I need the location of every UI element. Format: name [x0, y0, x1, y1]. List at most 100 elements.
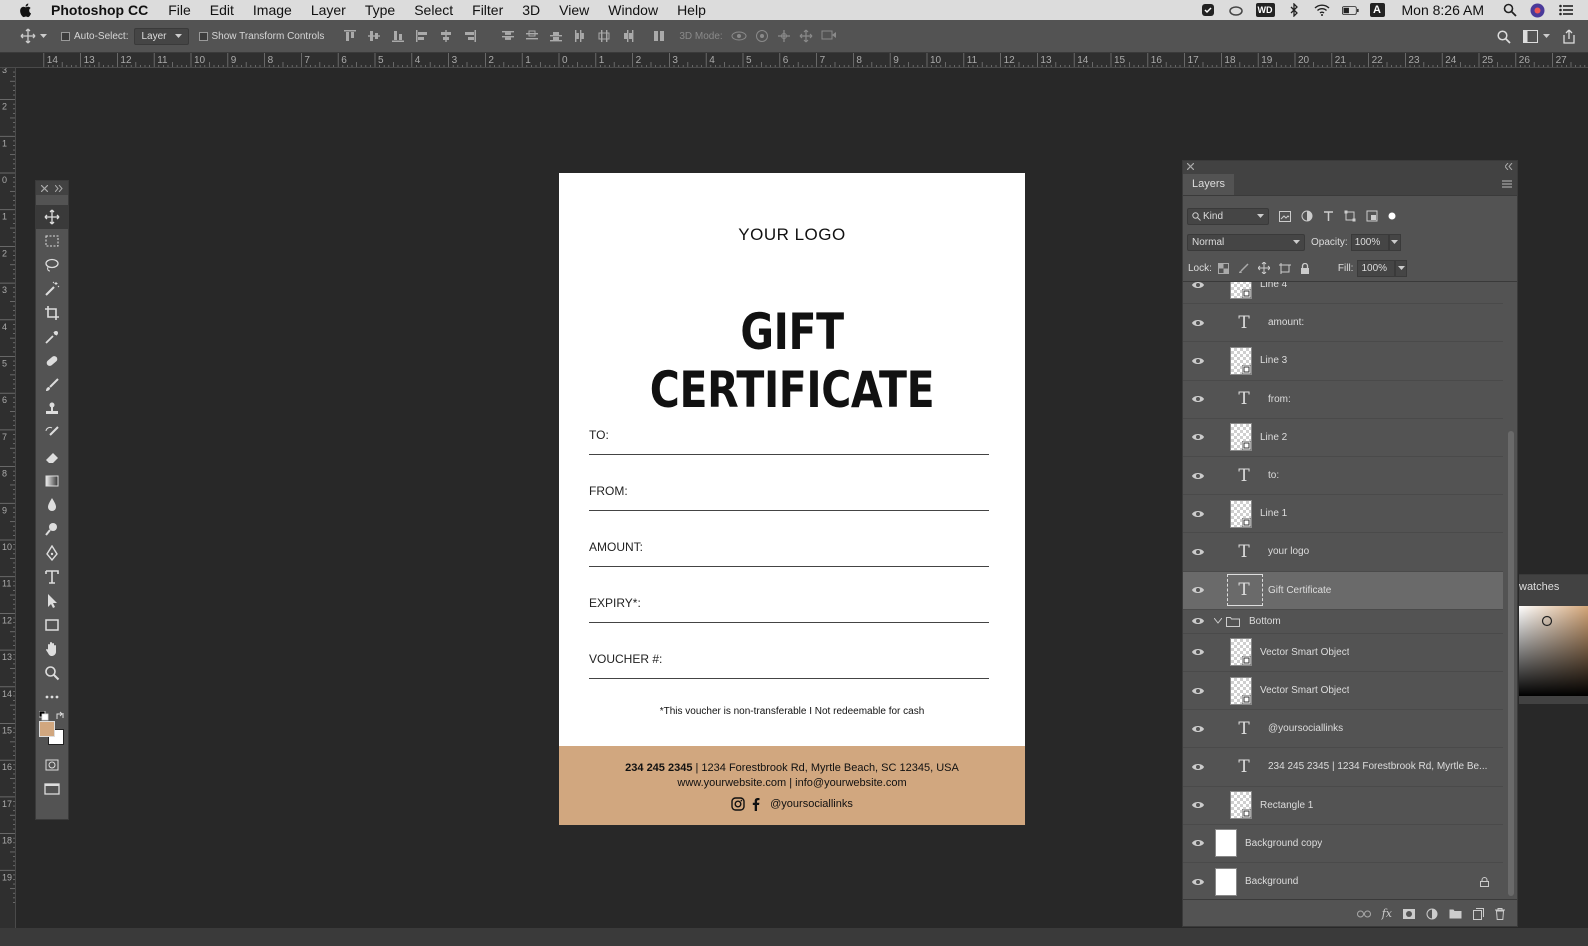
layer-row[interactable]: T234 245 2345 | 1234 Forestbrook Rd, Myr… — [1183, 748, 1503, 786]
lock-transparency-icon[interactable] — [1218, 263, 1229, 274]
lock-all-icon[interactable] — [1300, 263, 1310, 274]
visibility-eye-icon[interactable] — [1191, 432, 1205, 442]
visibility-eye-icon[interactable] — [1191, 585, 1205, 595]
align-bottom-icon[interactable] — [391, 29, 405, 43]
visibility-eye-icon[interactable] — [1191, 877, 1205, 887]
add-mask-icon[interactable] — [1403, 909, 1415, 919]
distribute-right-icon[interactable] — [621, 29, 635, 43]
color-picker-field[interactable] — [1519, 606, 1588, 696]
auto-select-checkbox[interactable]: Auto-Select: — [61, 31, 128, 42]
close-icon[interactable] — [1187, 163, 1194, 170]
eyedropper-tool[interactable] — [36, 325, 68, 349]
orbit-3d-icon[interactable] — [731, 29, 747, 43]
brush-tool[interactable] — [36, 373, 68, 397]
color-picker-handle[interactable] — [1541, 615, 1553, 627]
menu-layer[interactable]: Layer — [311, 2, 346, 18]
link-layers-icon[interactable] — [1357, 910, 1371, 918]
marquee-tool[interactable] — [36, 229, 68, 253]
layer-row[interactable]: Vector Smart Object — [1183, 672, 1503, 710]
dodge-tool[interactable] — [36, 517, 68, 541]
distribute-bottom-icon[interactable] — [549, 29, 563, 43]
panel-menu-icon[interactable] — [1502, 180, 1512, 188]
layer-style-button[interactable]: fx — [1382, 907, 1392, 920]
expand-icon[interactable] — [55, 185, 63, 192]
pen-tool[interactable] — [36, 541, 68, 565]
path-selection-tool[interactable] — [36, 589, 68, 613]
menu-help[interactable]: Help — [677, 2, 706, 18]
share-icon[interactable] — [1562, 29, 1576, 44]
layer-row[interactable]: Line 4 — [1183, 281, 1503, 304]
menu-view[interactable]: View — [559, 2, 589, 18]
layer-row[interactable]: Bottom — [1183, 610, 1503, 634]
search-icon[interactable] — [1497, 30, 1511, 44]
layer-list[interactable]: Line 4Tamount:Line 3Tfrom:Line 2Tto:Line… — [1183, 281, 1517, 899]
menu-type[interactable]: Type — [365, 2, 395, 18]
cloud-icon[interactable] — [1228, 3, 1245, 17]
layer-row[interactable]: Tfrom: — [1183, 381, 1503, 419]
layer-row[interactable]: Background — [1183, 863, 1503, 899]
battery-icon[interactable] — [1342, 3, 1359, 17]
filter-toggle-icon[interactable] — [1388, 212, 1396, 220]
layer-row[interactable]: Line 1 — [1183, 495, 1503, 533]
crop-tool[interactable] — [36, 301, 68, 325]
type-tool[interactable] — [36, 565, 68, 589]
bluetooth-icon[interactable] — [1286, 3, 1303, 17]
visibility-eye-icon[interactable] — [1191, 762, 1205, 772]
lock-position-icon[interactable] — [1258, 262, 1270, 274]
layer-row[interactable]: Tto: — [1183, 457, 1503, 495]
wd-icon[interactable]: WD — [1256, 3, 1275, 17]
zoom-tool[interactable] — [36, 661, 68, 685]
visibility-eye-icon[interactable] — [1191, 281, 1205, 290]
auto-align-icon[interactable] — [652, 29, 666, 43]
workspace-switcher[interactable] — [1523, 30, 1550, 43]
shape-filter-icon[interactable] — [1344, 210, 1356, 222]
visibility-eye-icon[interactable] — [1191, 318, 1205, 328]
visibility-eye-icon[interactable] — [1191, 616, 1205, 626]
layer-row[interactable]: Background copy — [1183, 825, 1503, 863]
visibility-eye-icon[interactable] — [1191, 838, 1205, 848]
menu-edit[interactable]: Edit — [210, 2, 234, 18]
pan-3d-icon[interactable] — [777, 29, 791, 43]
new-layer-icon[interactable] — [1473, 908, 1484, 920]
layer-row[interactable]: Line 2 — [1183, 419, 1503, 457]
menu-file[interactable]: File — [168, 2, 191, 18]
move-tool[interactable] — [36, 205, 68, 229]
default-colors-icon[interactable] — [39, 711, 49, 721]
align-right-icon[interactable] — [463, 29, 477, 43]
layer-row[interactable]: Vector Smart Object — [1183, 634, 1503, 672]
delete-layer-icon[interactable] — [1495, 908, 1505, 920]
visibility-eye-icon[interactable] — [1191, 356, 1205, 366]
menu-filter[interactable]: Filter — [472, 2, 503, 18]
kind-filter-select[interactable]: Kind — [1187, 208, 1269, 225]
layer-row[interactable]: Tyour logo — [1183, 533, 1503, 571]
vertical-ruler[interactable]: 321012345678910111213141516171819 — [0, 68, 16, 946]
healing-brush-tool[interactable] — [36, 349, 68, 373]
input-source-icon[interactable]: A — [1370, 3, 1385, 17]
layer-row[interactable]: Line 3 — [1183, 342, 1503, 380]
visibility-eye-icon[interactable] — [1191, 471, 1205, 481]
chevron-down-icon[interactable] — [1214, 618, 1222, 624]
visibility-eye-icon[interactable] — [1191, 509, 1205, 519]
apple-icon[interactable] — [18, 2, 34, 18]
rectangle-tool[interactable] — [36, 613, 68, 637]
distribute-top-icon[interactable] — [501, 29, 515, 43]
type-filter-icon[interactable] — [1323, 211, 1334, 222]
checkmark-icon[interactable] — [1200, 3, 1217, 17]
opacity-dropdown[interactable] — [1389, 234, 1401, 251]
distribute-hcenter-icon[interactable] — [597, 29, 611, 43]
lock-artboard-icon[interactable] — [1279, 263, 1291, 274]
layer-list-scrollbar[interactable] — [1508, 431, 1514, 896]
align-top-icon[interactable] — [343, 29, 357, 43]
layer-row[interactable]: TGift Certificate — [1183, 572, 1503, 610]
visibility-eye-icon[interactable] — [1191, 724, 1205, 734]
align-left-icon[interactable] — [415, 29, 429, 43]
menu-window[interactable]: Window — [608, 2, 658, 18]
menu-clock[interactable]: Mon 8:26 AM — [1402, 2, 1485, 18]
gradient-tool[interactable] — [36, 469, 68, 493]
horizontal-ruler[interactable]: 1413121110987654321012345678910111213141… — [0, 53, 1588, 68]
close-icon[interactable] — [41, 185, 48, 192]
eraser-tool[interactable] — [36, 445, 68, 469]
history-brush-tool[interactable] — [36, 421, 68, 445]
align-vcenter-icon[interactable] — [367, 29, 381, 43]
fill-dropdown[interactable] — [1395, 260, 1407, 277]
